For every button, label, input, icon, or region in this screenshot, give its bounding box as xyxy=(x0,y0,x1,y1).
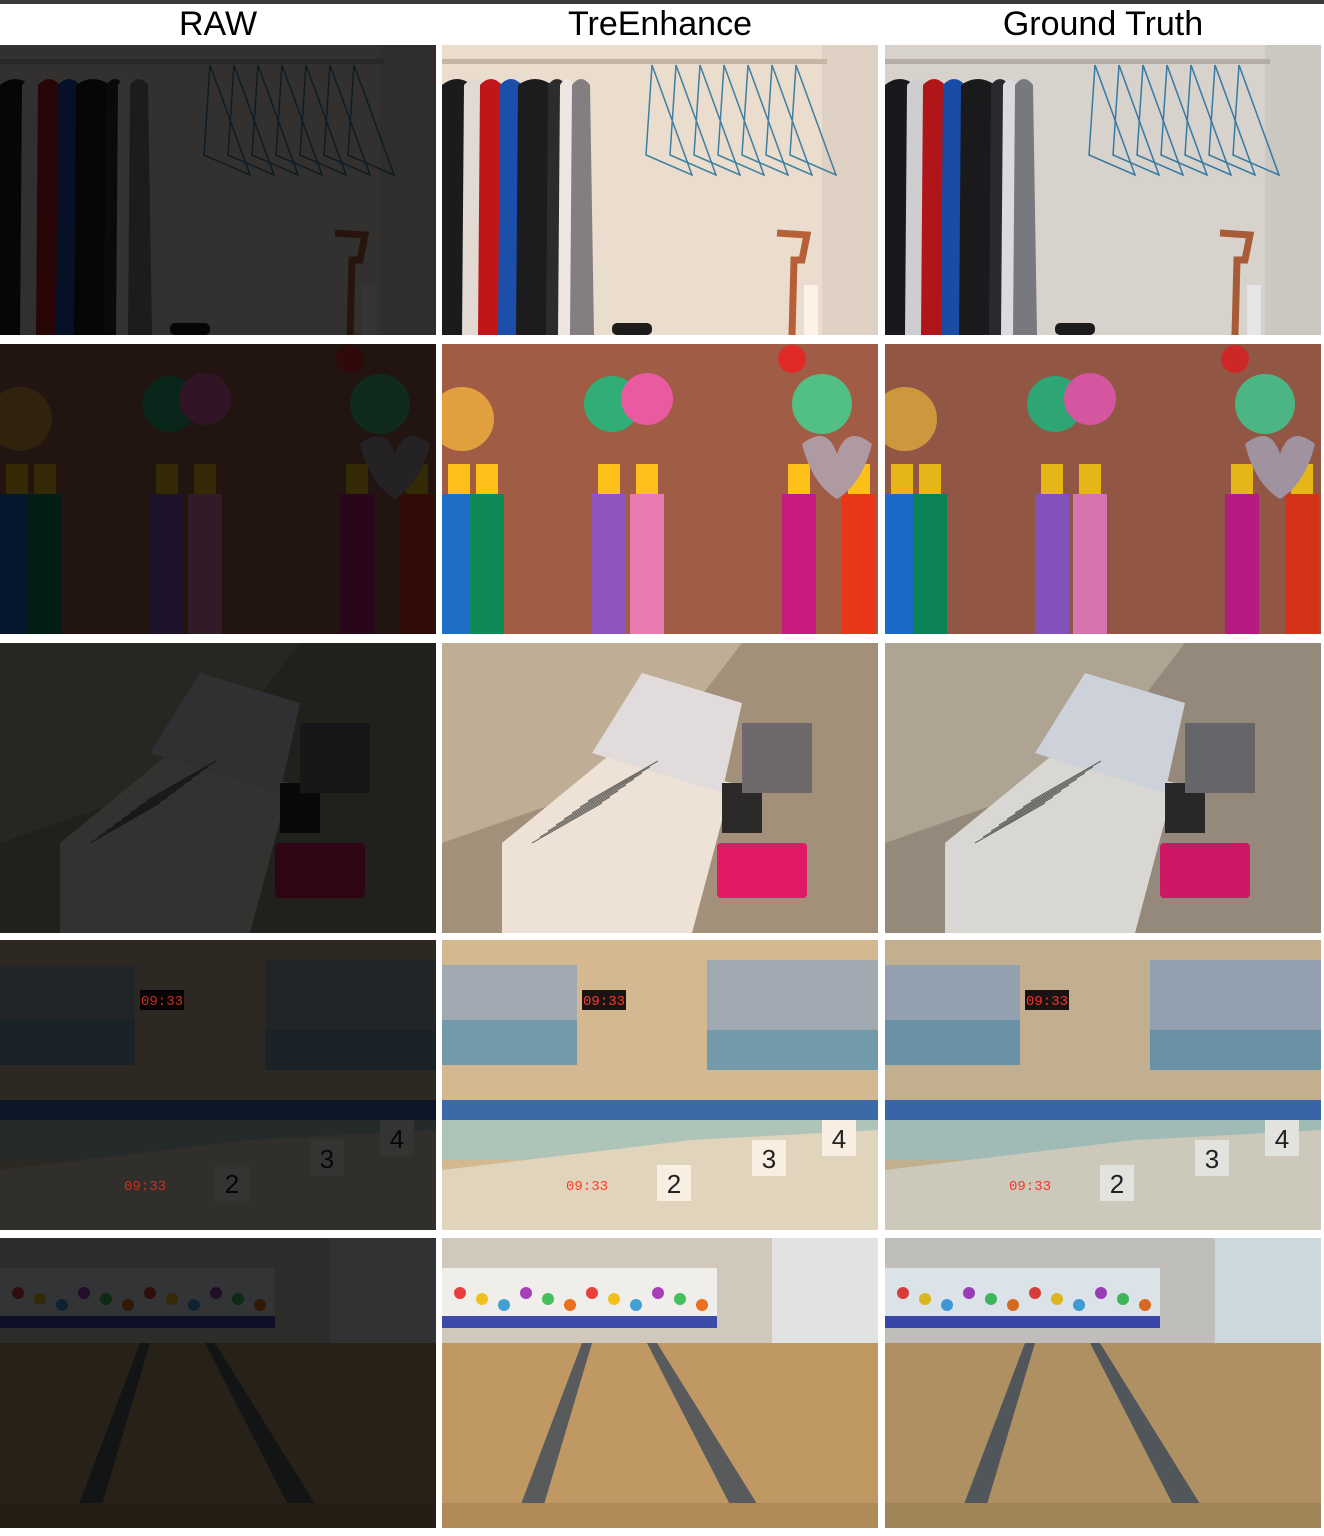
open-book-on-desk-ground-truth-image xyxy=(885,643,1321,933)
wardrobe-with-clothes-and-hangers-raw-image xyxy=(0,45,436,335)
svg-text:4: 4 xyxy=(832,1124,846,1154)
bowling-alley-raw-image xyxy=(0,1238,436,1528)
column-header-ground-truth: Ground Truth xyxy=(1002,5,1204,43)
chinese-knot-tassel-ornaments-treenhance-image xyxy=(442,344,878,634)
open-book-on-desk-treenhance-image xyxy=(442,643,878,933)
bowling-alley-ground-truth-image xyxy=(885,1238,1321,1528)
wardrobe-with-clothes-and-hangers-ground-truth-image xyxy=(885,45,1321,335)
svg-text:4: 4 xyxy=(390,1124,404,1154)
svg-text:2: 2 xyxy=(1110,1169,1124,1199)
svg-text:09:33: 09:33 xyxy=(1026,994,1068,1010)
indoor-swimming-pool-treenhance-image: 09:33 2 3 4 09:33 xyxy=(442,940,878,1230)
svg-text:09:33: 09:33 xyxy=(1009,1179,1051,1195)
open-book-on-desk-raw-image xyxy=(0,643,436,933)
bowling-alley-treenhance-image xyxy=(442,1238,878,1528)
svg-text:2: 2 xyxy=(667,1169,681,1199)
chinese-knot-tassel-ornaments-ground-truth-image xyxy=(885,344,1321,634)
svg-text:09:33: 09:33 xyxy=(141,994,183,1010)
indoor-swimming-pool-ground-truth-image: 09:33 2 3 4 09:33 xyxy=(885,940,1321,1230)
chinese-knot-tassel-ornaments-raw-image xyxy=(0,344,436,634)
svg-text:3: 3 xyxy=(762,1144,776,1174)
svg-text:4: 4 xyxy=(1275,1124,1289,1154)
svg-text:2: 2 xyxy=(225,1169,239,1199)
svg-text:3: 3 xyxy=(320,1144,334,1174)
svg-text:09:33: 09:33 xyxy=(583,994,625,1010)
indoor-swimming-pool-raw-image: 09:33 2 3 4 09:33 xyxy=(0,940,436,1230)
svg-text:09:33: 09:33 xyxy=(124,1179,166,1195)
svg-text:09:33: 09:33 xyxy=(566,1179,608,1195)
column-header-raw: RAW xyxy=(178,5,258,43)
wardrobe-with-clothes-and-hangers-treenhance-image xyxy=(442,45,878,335)
column-header-treenhance: TreEnhance xyxy=(568,5,752,43)
svg-text:3: 3 xyxy=(1205,1144,1219,1174)
